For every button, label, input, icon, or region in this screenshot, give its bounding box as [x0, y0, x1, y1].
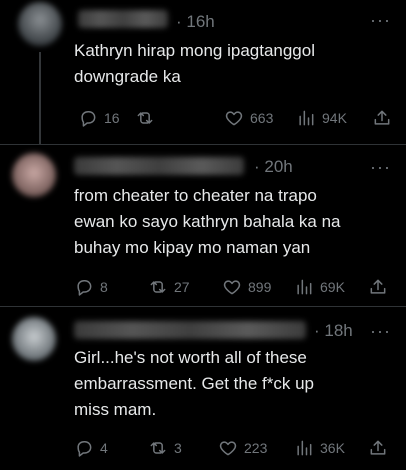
post-text: Kathryn hirap mong ipagtanggol downgrade… [74, 38, 384, 90]
views-button[interactable]: 94K [296, 106, 347, 130]
reply-button[interactable]: 16 [78, 106, 120, 130]
reply-icon [77, 280, 92, 296]
views-button[interactable]: 36K [294, 436, 345, 460]
reply-post-1[interactable]: · 16h ··· Kathryn hirap mong ipagtanggol… [0, 0, 406, 144]
post-text-line: downgrade ka [74, 67, 181, 86]
like-button[interactable]: 223 [218, 436, 267, 460]
heart-icon [219, 441, 237, 456]
more-options-button[interactable]: ··· [370, 157, 391, 178]
repost-button[interactable]: 27 [148, 275, 190, 299]
post-text-line: miss mam. [74, 400, 157, 419]
repost-icon [150, 281, 166, 293]
views-icon [297, 440, 312, 456]
share-icon [370, 440, 386, 455]
views-icon [297, 279, 312, 295]
post-text-line: Kathryn hirap mong ipagtanggol [74, 41, 315, 60]
post-text-line: buhay mo kipay mo naman yan [74, 238, 311, 257]
author-name[interactable] [74, 157, 244, 175]
like-count: 663 [250, 110, 274, 126]
author-name[interactable] [78, 10, 168, 28]
reply-button[interactable]: 4 [74, 436, 108, 460]
repost-button[interactable]: 3 [148, 436, 182, 460]
repost-button[interactable] [135, 106, 161, 130]
views-button[interactable]: 69K [294, 275, 345, 299]
reply-icon [77, 441, 92, 457]
post-text-line: embarrassment. Get the f*ck up [74, 374, 314, 393]
thread-line [39, 52, 41, 144]
view-count: 69K [320, 279, 345, 295]
repost-count: 3 [174, 440, 182, 456]
avatar[interactable] [12, 317, 56, 361]
reply-post-2[interactable]: · 20h ··· from cheater to cheater na tra… [0, 145, 406, 306]
reply-count: 16 [104, 110, 120, 126]
post-text: Girl...he's not worth all of these embar… [74, 345, 384, 423]
views-icon [299, 110, 314, 126]
share-button[interactable] [368, 436, 388, 460]
view-count: 94K [322, 110, 347, 126]
post-text-line: ewan ko sayo kathryn bahala ka na [74, 212, 341, 231]
action-bar: 8 27 899 69K [74, 275, 394, 299]
share-button[interactable] [372, 106, 392, 130]
like-button[interactable]: 663 [224, 106, 273, 130]
like-button[interactable]: 899 [222, 275, 271, 299]
post-text-line: from cheater to cheater na trapo [74, 186, 317, 205]
repost-icon [137, 112, 153, 124]
action-bar: 16 663 94K [78, 106, 398, 130]
action-bar: 4 3 223 36K [74, 436, 394, 460]
repost-count: 27 [174, 279, 190, 295]
author-name[interactable] [74, 321, 306, 339]
post-time[interactable]: · 20h [254, 157, 293, 177]
post-text: from cheater to cheater na trapo ewan ko… [74, 183, 384, 261]
reply-count: 8 [100, 279, 108, 295]
more-options-button[interactable]: ··· [370, 10, 391, 31]
reply-count: 4 [100, 440, 108, 456]
reply-post-3[interactable]: · 18h ··· Girl...he's not worth all of t… [0, 307, 406, 470]
more-options-button[interactable]: ··· [370, 321, 391, 342]
repost-icon [150, 442, 166, 454]
view-count: 36K [320, 440, 345, 456]
like-count: 899 [248, 279, 272, 295]
like-count: 223 [244, 440, 268, 456]
post-time[interactable]: · 16h [176, 12, 215, 32]
post-text-line: Girl...he's not worth all of these [74, 348, 307, 367]
post-time[interactable]: · 18h [314, 321, 353, 341]
share-button[interactable] [368, 275, 388, 299]
share-icon [374, 110, 390, 125]
reply-button[interactable]: 8 [74, 275, 108, 299]
avatar[interactable] [18, 2, 62, 46]
share-icon [370, 279, 386, 294]
heart-icon [225, 111, 243, 126]
heart-icon [223, 280, 241, 295]
reply-icon [81, 111, 96, 127]
avatar[interactable] [12, 153, 56, 197]
